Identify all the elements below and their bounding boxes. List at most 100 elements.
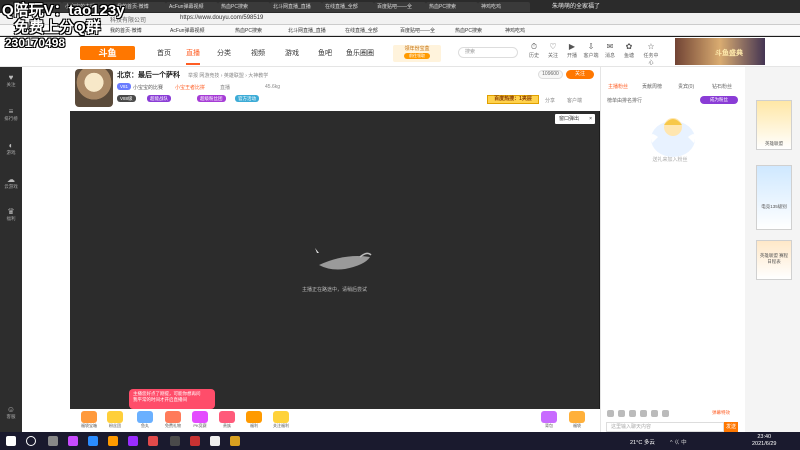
close-icon[interactable]: × bbox=[589, 114, 592, 124]
url-input[interactable]: https://www.douyu.com/598519 bbox=[180, 15, 263, 21]
gift-item[interactable]: 福利 bbox=[243, 411, 265, 429]
promo-banner[interactable]: 领年份宝盒 前往领取 bbox=[393, 45, 441, 62]
app-icon[interactable] bbox=[230, 436, 240, 446]
share-button[interactable]: 分享 bbox=[545, 97, 555, 104]
active-tab-title[interactable]: 朱萌萌的全家福了 bbox=[552, 2, 600, 12]
bookmark[interactable]: 热血PC搜索 bbox=[455, 27, 482, 34]
gift-item[interactable]: 关注福利 bbox=[270, 411, 292, 429]
hot-rank-badge[interactable]: 百度热搜：1夹层 bbox=[487, 95, 539, 104]
nav-video[interactable]: 视频 bbox=[251, 48, 265, 58]
sidebar-item-cloud-game[interactable]: ☁ 云游戏 bbox=[0, 175, 22, 190]
tab-diamond-fans[interactable]: 钻石粉丝 bbox=[712, 83, 732, 90]
sidebar-item-welfare[interactable]: ♛ 福利 bbox=[0, 207, 22, 222]
start-stream-button[interactable]: ▶ 开播 bbox=[563, 42, 581, 59]
weather-widget[interactable]: 21°C 多云 bbox=[630, 438, 655, 446]
room-badge-2[interactable]: 超能战队 bbox=[147, 95, 171, 102]
client-button[interactable]: 客户端 bbox=[567, 97, 582, 104]
nav-live[interactable]: 直播 bbox=[186, 48, 200, 65]
taskbar-clock[interactable]: 23:40 2021/6/29 bbox=[752, 434, 776, 448]
browser-tab[interactable]: AcFun弹幕视频 bbox=[166, 2, 218, 12]
video-player[interactable]: 主播正在路途中，请稍后尝试 bbox=[70, 111, 599, 409]
nav-home[interactable]: 首页 bbox=[157, 48, 171, 58]
task-center-button[interactable]: ☆ 任务中心 bbox=[642, 42, 660, 66]
task-view-icon[interactable] bbox=[48, 436, 58, 446]
bookmark[interactable]: 神鸡吃鸡 bbox=[505, 27, 525, 34]
cloud-icon: ☁ bbox=[7, 175, 15, 184]
danmu-effect-button[interactable]: 弹幕特效 bbox=[712, 410, 730, 416]
browser-tab[interactable]: 热血PC搜索 bbox=[426, 2, 478, 12]
streamer-avatar[interactable] bbox=[75, 69, 113, 107]
room-badge-4[interactable]: 官方活动 bbox=[235, 95, 259, 102]
nav-category[interactable]: 分类 bbox=[217, 48, 231, 58]
windows-start-icon[interactable] bbox=[6, 436, 16, 446]
bubble-line-2: 我平常的时间才开启直播间 bbox=[133, 397, 187, 402]
nav-game[interactable]: 游戏 bbox=[285, 48, 299, 58]
sidebar-item-follow[interactable]: ♥ 关注 bbox=[0, 73, 22, 88]
room-category-path[interactable]: 举报 网游竞技 › 英雄联盟 › 大神教学 bbox=[188, 72, 268, 79]
room-badge-1[interactable]: V88级 bbox=[117, 95, 136, 102]
app-icon[interactable] bbox=[148, 436, 158, 446]
activity-card[interactable]: 英雄联盟 赛程日程表 bbox=[756, 240, 792, 280]
gift-item[interactable]: 免费礼物 bbox=[162, 411, 184, 429]
browser-tab[interactable]: 神鸡吃鸡 bbox=[478, 2, 530, 12]
gift-item[interactable]: 鱼丸 bbox=[134, 411, 156, 429]
activity-card[interactable]: 英雄联盟 bbox=[756, 100, 792, 150]
at-icon[interactable] bbox=[640, 410, 647, 417]
tab-weekly-rank[interactable]: 贡献周榜 bbox=[642, 83, 662, 90]
search-icon[interactable] bbox=[26, 436, 36, 446]
follow-button[interactable]: 关注 bbox=[566, 70, 594, 79]
bookmark[interactable]: 热血PC搜索 bbox=[235, 27, 262, 34]
app-icon[interactable] bbox=[108, 436, 118, 446]
smile-icon[interactable] bbox=[607, 410, 614, 417]
browser-tab[interactable]: 在线直播_全部 bbox=[322, 2, 374, 12]
bag-icon[interactable] bbox=[651, 410, 658, 417]
history-button[interactable]: ⏱ 历史 bbox=[525, 42, 543, 59]
event-banner[interactable]: 斗鱼盛典 bbox=[675, 38, 765, 65]
bookmark[interactable]: 百度贴吧——全 bbox=[400, 27, 435, 34]
room-badge-3[interactable]: 超级粉丝团 bbox=[197, 95, 226, 102]
browser-app-icon[interactable] bbox=[88, 436, 98, 446]
gift-item[interactable]: 背包 bbox=[538, 411, 560, 429]
activity-card[interactable]: 电竞135级别 bbox=[756, 165, 792, 230]
client-download-button[interactable]: ⇩ 客户端 bbox=[582, 42, 600, 59]
app-icon[interactable] bbox=[128, 436, 138, 446]
sidebar-item-rank[interactable]: ≡ 排行榜 bbox=[0, 107, 22, 122]
browser-tab[interactable]: 热血PC搜索 bbox=[218, 2, 270, 12]
bookmark[interactable]: AcFun弹幕视频 bbox=[170, 27, 204, 34]
gift-small-icon[interactable] bbox=[629, 410, 636, 417]
send-button[interactable]: 发送 bbox=[724, 422, 738, 432]
shield-icon[interactable] bbox=[662, 410, 669, 417]
nav-yuba[interactable]: 鱼吧 bbox=[318, 48, 332, 58]
bookmark[interactable]: 在线直播_全部 bbox=[345, 27, 378, 34]
gift-item[interactable]: 福袋宝箱 bbox=[78, 411, 100, 429]
sidebar-item-service[interactable]: ☺ 客服 bbox=[0, 405, 22, 420]
streamer-name[interactable]: 小宝宝的比赛 bbox=[133, 84, 163, 91]
system-tray[interactable]: ^ ㄍ 中 bbox=[670, 438, 687, 446]
heart-icon: ♡ bbox=[549, 42, 557, 51]
gift-item[interactable]: 粉丝团 bbox=[104, 411, 126, 429]
browser-tab[interactable]: 百度贴吧——全 bbox=[374, 2, 426, 12]
promo-button[interactable]: 前往领取 bbox=[404, 53, 430, 59]
nav-yule[interactable]: 鱼乐圈圈 bbox=[346, 48, 374, 58]
image-icon[interactable] bbox=[618, 410, 625, 417]
sidebar-item-game[interactable]: ◐ 游戏 bbox=[0, 141, 22, 156]
app-icon[interactable] bbox=[190, 436, 200, 446]
app-icon[interactable] bbox=[170, 436, 180, 446]
app-icon[interactable] bbox=[68, 436, 78, 446]
fishpond-button[interactable]: ✿ 鱼塘 bbox=[620, 42, 638, 59]
follow-list-button[interactable]: ♡ 关注 bbox=[544, 42, 562, 59]
become-fan-button[interactable]: 成为粉丝 bbox=[700, 96, 738, 104]
gift-item[interactable]: 福袋 bbox=[566, 411, 588, 429]
bookmark[interactable]: 北斗网直播_直播 bbox=[288, 27, 326, 34]
gift-item[interactable]: PK竞赛 bbox=[189, 411, 211, 429]
flower-icon: ✿ bbox=[625, 42, 633, 51]
gift-item[interactable]: 贵族 bbox=[216, 411, 238, 429]
search-input[interactable]: 搜索 bbox=[458, 47, 518, 58]
tab-anchor-fans[interactable]: 主播粉丝 bbox=[608, 83, 628, 90]
tab-vip[interactable]: 贵宾(0) bbox=[678, 83, 694, 90]
app-icon[interactable] bbox=[210, 436, 220, 446]
chat-input[interactable]: 这里输入聊天内容 bbox=[606, 422, 724, 432]
popout-window-button[interactable]: 窗口弹出 × bbox=[555, 114, 595, 124]
browser-tab[interactable]: 北斗网直播_直播 bbox=[270, 2, 322, 12]
messages-button[interactable]: ✉ 消息 bbox=[601, 42, 619, 59]
